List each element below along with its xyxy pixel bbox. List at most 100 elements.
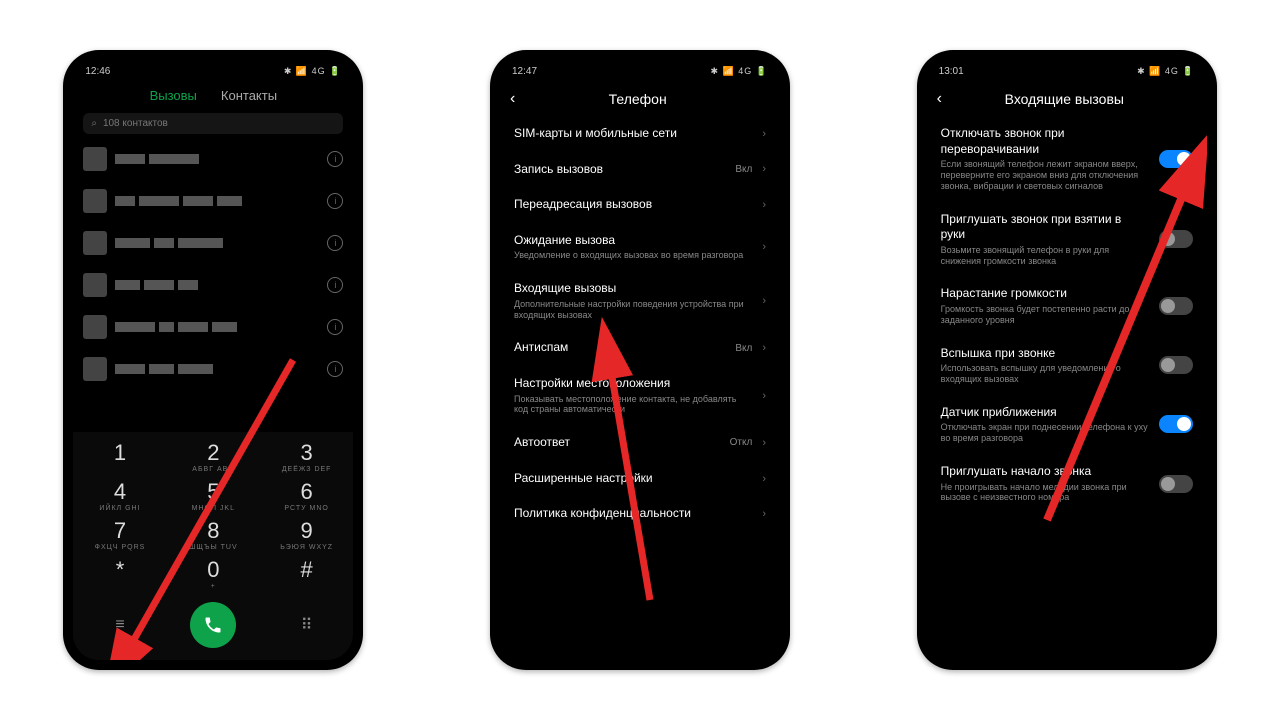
list-item[interactable]: i [83, 138, 343, 180]
info-icon[interactable]: i [327, 319, 343, 335]
setting-label: Датчик приближения [941, 405, 1149, 421]
call-button[interactable] [190, 602, 236, 648]
tab-contacts[interactable]: Контакты [221, 88, 277, 103]
dialpad: 1 2АБВГ ABC 3ДЕЁЖЗ DEF 4ИЙКЛ GHI 5МНОП JKL 6Р… [73, 432, 353, 660]
settings-list[interactable]: SIM-карты и мобильные сети›Запись вызово… [500, 116, 780, 660]
setting-value: Вкл [735, 343, 752, 354]
setting-label: Отключать звонок при переворачивании [941, 126, 1149, 157]
dialkey-3[interactable]: 3ДЕЁЖЗ DEF [267, 440, 347, 473]
page-title: Входящие вызовы [952, 91, 1177, 107]
screen-2: 12:47 ✱ 📶 4G 🔋 ‹ Телефон SIM-карты и моб… [500, 60, 780, 660]
toggle[interactable] [1159, 150, 1193, 168]
setting-label: Запись вызовов [514, 162, 725, 178]
dialkey-*[interactable]: * [80, 557, 160, 590]
setting-sub: Если звонящий телефон лежит экраном ввер… [941, 159, 1149, 191]
settings-row[interactable]: Настройки местоположенияПоказывать место… [514, 366, 766, 425]
chevron-right-icon: › [762, 473, 766, 485]
avatar [83, 189, 107, 213]
chevron-right-icon: › [762, 199, 766, 211]
blur [115, 364, 319, 374]
setting-label: Ожидание вызова [514, 233, 752, 249]
setting-label: Вспышка при звонке [941, 346, 1149, 362]
dialkey-#[interactable]: # [267, 557, 347, 590]
setting-label: Политика конфиденциальности [514, 506, 752, 522]
menu-icon[interactable]: ≡ [97, 616, 143, 634]
toggle[interactable] [1159, 230, 1193, 248]
status-icons: ✱ 📶 4G 🔋 [284, 66, 341, 77]
settings-row[interactable]: Датчик приближенияОтключать экран при по… [941, 395, 1193, 454]
dialkey-1[interactable]: 1 [80, 440, 160, 473]
settings-row[interactable]: Приглушать начало звонкаНе проигрывать н… [941, 454, 1193, 513]
settings-row[interactable]: Запись вызовов Вкл › [514, 152, 766, 188]
toggle[interactable] [1159, 297, 1193, 315]
screen-1: 12:46 ✱ 📶 4G 🔋 Вызовы Контакты ⌕ 108 кон… [73, 60, 353, 660]
dialkey-2[interactable]: 2АБВГ ABC [173, 440, 253, 473]
settings-row[interactable]: SIM-карты и мобильные сети › [514, 116, 766, 152]
settings-row[interactable]: Приглушать звонок при взятии в рукиВозьм… [941, 202, 1193, 277]
settings-row[interactable]: Расширенные настройки› [514, 461, 766, 497]
dialkey-7[interactable]: 7ФХЦЧ PQRS [80, 518, 160, 551]
info-icon[interactable]: i [327, 235, 343, 251]
phone-frame-2: 12:47 ✱ 📶 4G 🔋 ‹ Телефон SIM-карты и моб… [490, 50, 790, 670]
info-icon[interactable]: i [327, 361, 343, 377]
blur [115, 154, 319, 164]
dialkey-6[interactable]: 6РСТУ MNO [267, 479, 347, 512]
dialkey-9[interactable]: 9ЬЭЮЯ WXYZ [267, 518, 347, 551]
toggle[interactable] [1159, 415, 1193, 433]
settings-row[interactable]: Отключать звонок при переворачиванииЕсли… [941, 116, 1193, 202]
clock: 13:01 [939, 66, 964, 77]
settings-row[interactable]: Политика конфиденциальности › [514, 496, 766, 532]
info-icon[interactable]: i [327, 193, 343, 209]
tabs: Вызовы Контакты [73, 82, 353, 109]
tab-calls[interactable]: Вызовы [150, 88, 197, 103]
list-item[interactable]: i [83, 348, 343, 390]
keypad-icon[interactable]: ⠿ [284, 615, 330, 635]
list-item[interactable]: i [83, 180, 343, 222]
dialkey-5[interactable]: 5МНОП JKL [173, 479, 253, 512]
setting-sub: Уведомление о входящих вызовах во время … [514, 250, 752, 261]
search-input[interactable]: ⌕ 108 контактов [83, 113, 343, 134]
dialkey-4[interactable]: 4ИЙКЛ GHI [80, 479, 160, 512]
toggle[interactable] [1159, 356, 1193, 374]
dialkey-0[interactable]: 0+ [173, 557, 253, 590]
back-icon[interactable]: ‹ [510, 90, 515, 108]
setting-value: Вкл [735, 164, 752, 175]
list-item[interactable]: i [83, 264, 343, 306]
avatar [83, 147, 107, 171]
chevron-right-icon: › [762, 342, 766, 354]
avatar [83, 273, 107, 297]
setting-sub: Не проигрывать начало мелодии звонка при… [941, 482, 1149, 504]
setting-label: Приглушать звонок при взятии в руки [941, 212, 1149, 243]
settings-row[interactable]: Переадресация вызовов› [514, 187, 766, 223]
list-item[interactable]: i [83, 306, 343, 348]
setting-sub: Возьмите звонящий телефон в руки для сни… [941, 245, 1149, 267]
blur [115, 238, 319, 248]
dialkey-8[interactable]: 8ШЩЪЫ TUV [173, 518, 253, 551]
settings-row[interactable]: АвтоответОткл› [514, 425, 766, 461]
setting-label: SIM-карты и мобильные сети [514, 126, 752, 142]
toggle[interactable] [1159, 475, 1193, 493]
settings-row[interactable]: Ожидание вызоваУведомление о входящих вы… [514, 223, 766, 271]
call-list[interactable]: i i i i i i [73, 138, 353, 432]
settings-list[interactable]: Отключать звонок при переворачиванииЕсли… [927, 116, 1207, 660]
info-icon[interactable]: i [327, 277, 343, 293]
search-placeholder: 108 контактов [103, 118, 168, 129]
avatar [83, 315, 107, 339]
settings-row[interactable]: Нарастание громкостиГромкость звонка буд… [941, 276, 1193, 335]
blur [115, 196, 319, 206]
avatar [83, 231, 107, 255]
setting-label: Автоответ [514, 435, 720, 451]
chevron-right-icon: › [762, 241, 766, 253]
chevron-right-icon: › [762, 163, 766, 175]
back-icon[interactable]: ‹ [937, 90, 942, 108]
list-item[interactable]: i [83, 222, 343, 264]
chevron-right-icon: › [762, 390, 766, 402]
search-icon: ⌕ [91, 118, 97, 129]
settings-row[interactable]: АнтиспамВкл› [514, 330, 766, 366]
chevron-right-icon: › [762, 508, 766, 520]
info-icon[interactable]: i [327, 151, 343, 167]
settings-row[interactable]: Входящие вызовыДополнительные настройки … [514, 271, 766, 330]
dialpad-bottom: ≡ ⠿ [73, 596, 353, 654]
chevron-right-icon: › [762, 128, 766, 140]
settings-row[interactable]: Вспышка при звонкеИспользовать вспышку д… [941, 336, 1193, 395]
